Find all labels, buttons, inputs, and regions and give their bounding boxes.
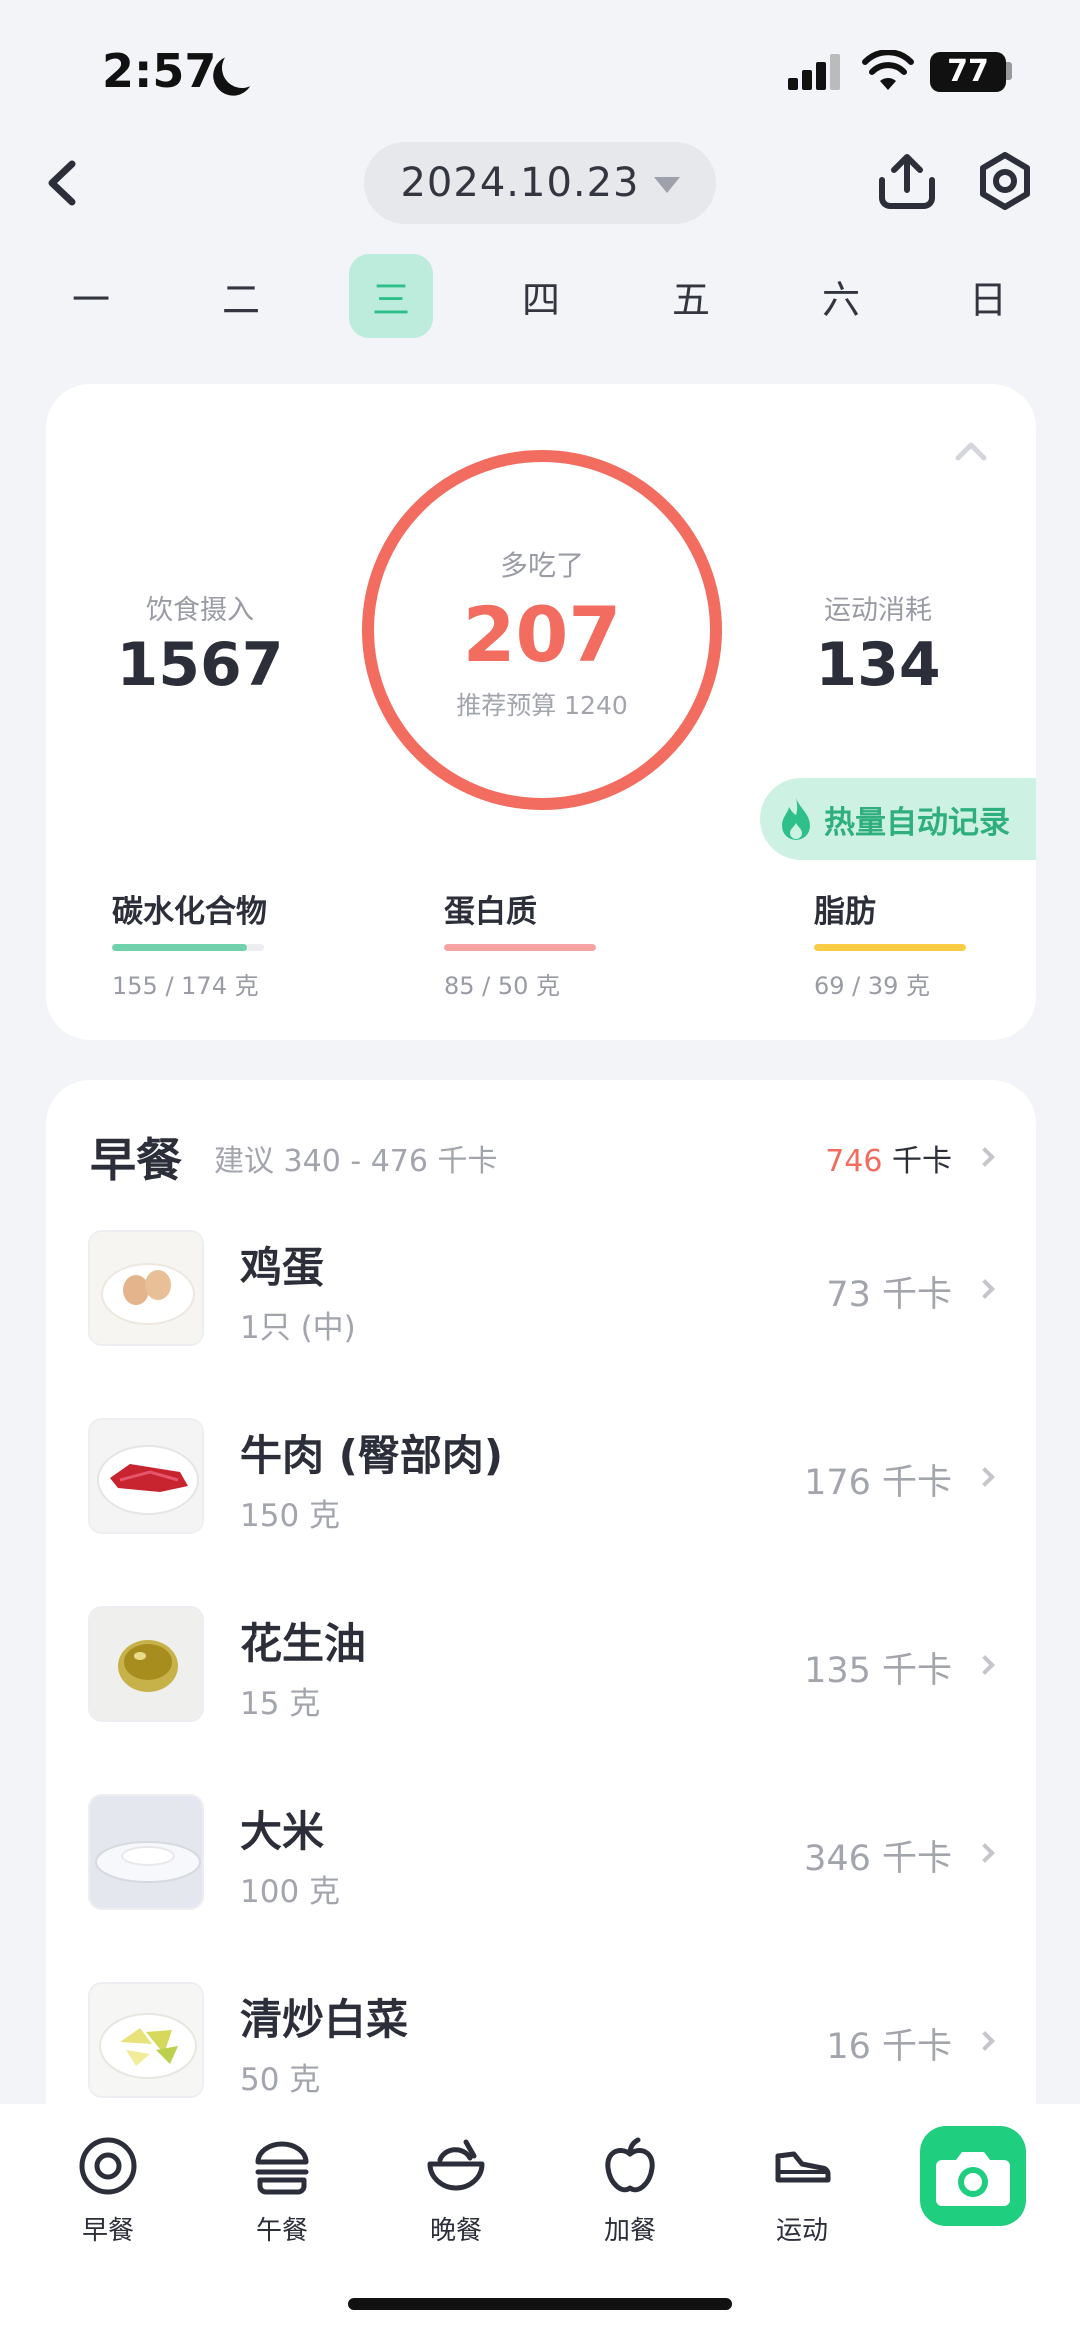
sneaker-icon [775, 2151, 831, 2183]
ring-budget: 推荐预算 1240 [456, 691, 628, 720]
tab-label: 晚餐 [429, 2216, 482, 2246]
tab-label: 午餐 [255, 2216, 308, 2246]
food-kcal: 73 千卡 [826, 1275, 952, 1315]
food-quantity: 150 克 [240, 1498, 341, 1534]
moon-icon [219, 45, 265, 91]
chevron-right-icon [975, 1147, 995, 1167]
weekday-wed[interactable]: 三 [349, 254, 433, 338]
wifi-icon [862, 50, 914, 90]
fried-egg-icon [79, 2137, 137, 2195]
chevron-up-icon[interactable] [954, 440, 988, 462]
caret-down-icon [653, 177, 680, 193]
food-name: 鸡蛋 [240, 1243, 325, 1292]
weekday-sat[interactable]: 六 [799, 254, 883, 338]
rice-thumbnail [88, 1794, 204, 1910]
macro-fat-name: 脂肪 [814, 894, 876, 930]
macro-carbs-amount: 155 / 174 克 [112, 972, 259, 1000]
burger-icon [255, 2141, 309, 2195]
beef-thumbnail [88, 1418, 204, 1534]
egg-thumbnail [88, 1230, 204, 1346]
home-indicator [348, 2298, 732, 2310]
camera-icon [936, 2152, 1010, 2206]
weekday-row: 一 二 三 四 五 六 日 [0, 254, 1080, 338]
food-row[interactable]: 大米 100 克 346 千卡 [46, 1768, 1036, 1956]
tab-lunch[interactable]: 午餐 [222, 2128, 342, 2258]
status-time: 2:57 [102, 44, 217, 98]
share-button[interactable] [876, 150, 938, 212]
auto-record-button[interactable]: 热量自动记录 [760, 778, 1036, 860]
chevron-right-icon [975, 1843, 995, 1863]
macro-protein-bar [444, 944, 596, 951]
macro-carbs-bar [112, 944, 264, 951]
exercise-label: 运动消耗 [824, 595, 932, 626]
weekday-sun[interactable]: 日 [946, 254, 1030, 338]
ring-label: 多吃了 [499, 549, 584, 582]
exercise-value: 134 [815, 630, 941, 700]
macro-fat-bar [814, 944, 966, 951]
cellular-signal-icon [788, 54, 840, 90]
apple-icon [605, 2137, 655, 2193]
food-quantity: 100 克 [240, 1874, 341, 1910]
food-kcal: 176 千卡 [804, 1463, 952, 1503]
calorie-summary-card: 饮食摄入 1567 多吃了 207 推荐预算 1240 运动消耗 134 热量自… [46, 384, 1036, 1040]
chevron-right-icon [975, 1467, 995, 1487]
food-name: 大米 [240, 1807, 325, 1856]
tab-label: 早餐 [81, 2216, 134, 2246]
meal-title: 早餐 [90, 1133, 182, 1187]
food-quantity: 15 克 [240, 1686, 321, 1722]
intake-label: 饮食摄入 [146, 595, 254, 626]
macro-protein-amount: 85 / 50 克 [444, 972, 561, 1000]
food-row[interactable]: 牛肉 (臀部肉) 150 克 176 千卡 [46, 1392, 1036, 1580]
food-name: 牛肉 (臀部肉) [240, 1431, 504, 1480]
battery-cap-icon [1006, 62, 1012, 80]
macro-fat-fill [814, 944, 966, 951]
meal-total-unit: 千卡 [882, 1144, 952, 1179]
macro-protein-fill [444, 944, 596, 951]
food-kcal: 346 千卡 [804, 1839, 952, 1879]
battery-indicator: 77 [930, 52, 1006, 92]
food-name: 花生油 [240, 1619, 367, 1668]
weekday-thu[interactable]: 四 [499, 254, 583, 338]
macro-carbs-name: 碳水化合物 [112, 894, 267, 930]
macro-protein-name: 蛋白质 [444, 894, 537, 930]
food-kcal: 16 千卡 [826, 2027, 952, 2067]
food-kcal: 135 千卡 [804, 1651, 952, 1691]
chevron-right-icon [975, 1279, 995, 1299]
food-row[interactable]: 花生油 15 克 135 千卡 [46, 1580, 1036, 1768]
intake-value: 1567 [116, 630, 284, 700]
peanut-oil-thumbnail [88, 1606, 204, 1722]
weekday-tue[interactable]: 二 [199, 254, 283, 338]
date-text: 2024.10.23 [400, 160, 640, 206]
chevron-right-icon [975, 1655, 995, 1675]
food-quantity: 50 克 [240, 2062, 321, 2098]
tab-label: 加餐 [603, 2216, 656, 2246]
meal-total[interactable]: 746 千卡 [825, 1136, 952, 1180]
tab-dinner[interactable]: 晚餐 [396, 2128, 516, 2258]
flame-icon [782, 797, 810, 840]
auto-record-label: 热量自动记录 [824, 804, 1010, 841]
macro-fat-amount: 69 / 39 克 [814, 972, 931, 1000]
macro-carbs-fill [112, 944, 248, 951]
camera-button[interactable] [920, 2126, 1026, 2226]
meal-suggestion: 建议 340 - 476 千卡 [214, 1144, 498, 1179]
meal-total-value: 746 [825, 1144, 883, 1179]
bowl-icon [427, 2139, 485, 2191]
tab-label: 运动 [775, 2216, 828, 2246]
food-name: 清炒白菜 [240, 1995, 409, 2044]
chevron-right-icon [975, 2031, 995, 2051]
back-button[interactable] [40, 150, 84, 216]
weekday-fri[interactable]: 五 [649, 254, 733, 338]
cabbage-thumbnail [88, 1982, 204, 2098]
ring-value: 207 [462, 590, 622, 679]
food-quantity: 1只 (中) [240, 1310, 356, 1346]
status-bar: 2:57 77 [0, 0, 1080, 140]
weekday-mon[interactable]: 一 [49, 254, 133, 338]
tab-exercise[interactable]: 运动 [742, 2128, 862, 2258]
date-selector[interactable]: 2024.10.23 [364, 142, 716, 224]
tab-breakfast[interactable]: 早餐 [48, 2128, 168, 2258]
settings-button[interactable] [976, 152, 1034, 210]
tab-snack[interactable]: 加餐 [570, 2128, 690, 2258]
food-row[interactable]: 鸡蛋 1只 (中) 73 千卡 [46, 1204, 1036, 1392]
